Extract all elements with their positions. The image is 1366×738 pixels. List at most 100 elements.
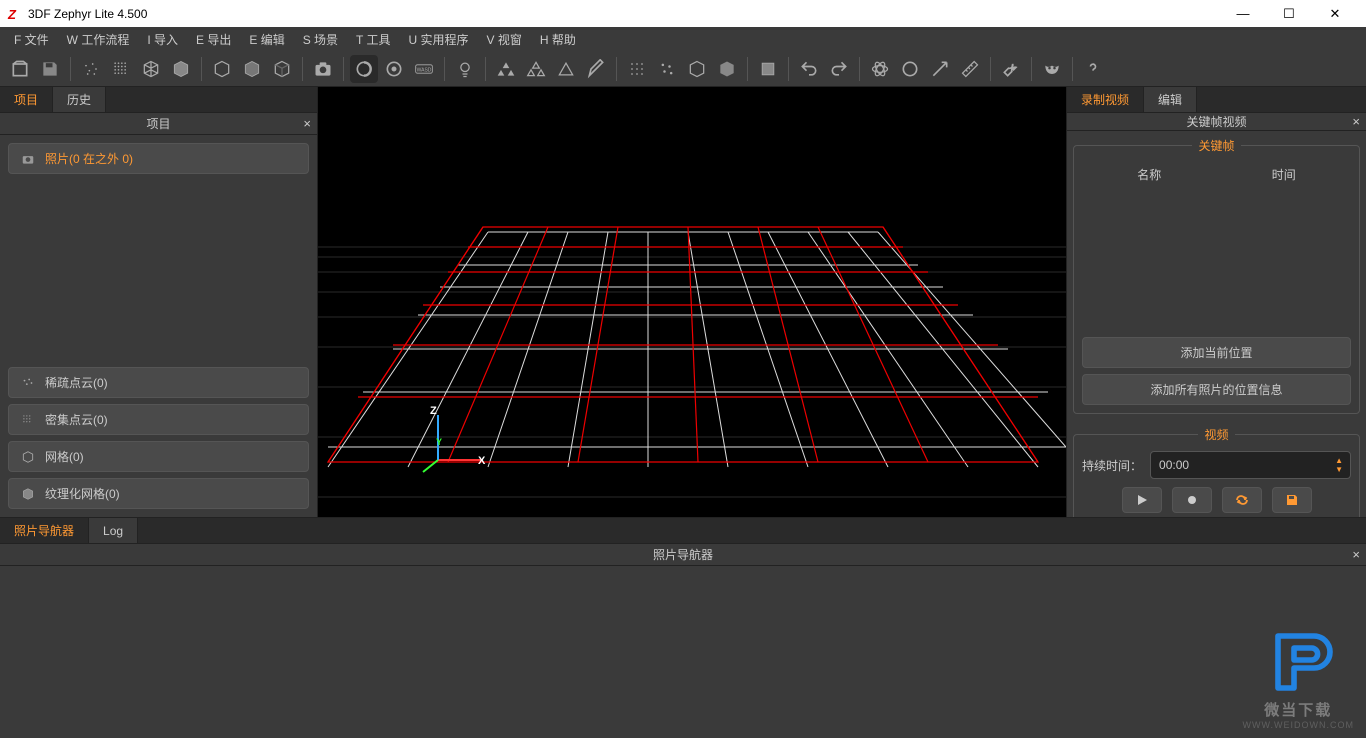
- menu-help[interactable]: H 帮助: [532, 29, 584, 50]
- right-panel: 录制视频 编辑 关键帧视频 × 关键帧 名称 时间 添加当前位置 添加所有照片的…: [1066, 87, 1366, 517]
- spinner-icon[interactable]: ▲▼: [1335, 456, 1342, 474]
- viewport-3d[interactable]: X Z Y: [318, 87, 1066, 517]
- menu-workflow[interactable]: W 工作流程: [59, 29, 138, 50]
- cube-solid-icon[interactable]: [238, 55, 266, 83]
- redo-icon[interactable]: [825, 55, 853, 83]
- dense-item[interactable]: 密集点云(0): [8, 404, 309, 435]
- photos-label: 照片(0 在之外 0): [45, 150, 133, 167]
- vector-icon[interactable]: [926, 55, 954, 83]
- wrench-icon[interactable]: [997, 55, 1025, 83]
- camera-icon[interactable]: [309, 55, 337, 83]
- menu-export[interactable]: E 导出: [188, 29, 239, 50]
- points1-icon[interactable]: [623, 55, 651, 83]
- toolbar: WASD: [0, 51, 1366, 87]
- menu-scene[interactable]: S 场景: [295, 29, 346, 50]
- mesh-item[interactable]: 网格(0): [8, 441, 309, 472]
- menu-utility[interactable]: U 实用程序: [401, 29, 477, 50]
- triangles-icon[interactable]: [492, 55, 520, 83]
- video-legend: 视频: [1198, 426, 1234, 443]
- triangles-outline-icon[interactable]: [522, 55, 550, 83]
- dense-icon[interactable]: [107, 55, 135, 83]
- video-buttons: [1082, 487, 1351, 513]
- left-panel-body: 照片(0 在之外 0) 稀疏点云(0) 密集点云(0) 网格(0): [0, 135, 317, 517]
- menu-tools[interactable]: T 工具: [348, 29, 398, 50]
- watermark: 微当下载 WWW.WEIDOWN.COM: [1243, 620, 1354, 730]
- bottom-tabs: 照片导航器 Log: [0, 518, 1366, 544]
- menu-file[interactable]: F 文件: [6, 29, 57, 50]
- maximize-button[interactable]: ☐: [1266, 0, 1312, 27]
- textured-item[interactable]: 纹理化网格(0): [8, 478, 309, 509]
- circle-tool-icon[interactable]: [896, 55, 924, 83]
- watermark-logo-icon: [1258, 620, 1338, 700]
- textured-cube-icon[interactable]: [167, 55, 195, 83]
- watermark-text2: WWW.WEIDOWN.COM: [1243, 720, 1354, 730]
- sparse-icon[interactable]: [77, 55, 105, 83]
- axis-y-label: Y: [436, 437, 442, 447]
- tab-log[interactable]: Log: [89, 518, 138, 543]
- pivot-icon[interactable]: [380, 55, 408, 83]
- right-panel-close-icon[interactable]: ×: [1352, 114, 1360, 129]
- main-row: 项目 历史 项目 × 照片(0 在之外 0) 稀疏点云(0): [0, 87, 1366, 517]
- toolbar-separator: [747, 57, 748, 81]
- kf-col-name: 名称: [1137, 166, 1161, 183]
- cube2-icon[interactable]: [683, 55, 711, 83]
- app-window: 3DF Zephyr Lite 4.500 — ☐ ✕ F 文件 W 工作流程 …: [0, 0, 1366, 738]
- tab-edit-video[interactable]: 编辑: [1144, 87, 1197, 112]
- new-project-icon[interactable]: [6, 55, 34, 83]
- left-panel-close-icon[interactable]: ×: [303, 116, 311, 131]
- toolbar-separator: [616, 57, 617, 81]
- wasd-icon[interactable]: WASD: [410, 55, 438, 83]
- add-current-button[interactable]: 添加当前位置: [1082, 337, 1351, 368]
- mask-icon[interactable]: [1038, 55, 1066, 83]
- keyframe-group: 关键帧 名称 时间 添加当前位置 添加所有照片的位置信息: [1073, 137, 1360, 414]
- viewport-grid: [318, 87, 1066, 517]
- orbit-icon[interactable]: [350, 55, 378, 83]
- plane-icon[interactable]: [754, 55, 782, 83]
- duration-value: 00:00: [1159, 458, 1189, 472]
- tab-history[interactable]: 历史: [53, 87, 106, 112]
- ruler-icon[interactable]: [956, 55, 984, 83]
- save-icon[interactable]: [36, 55, 64, 83]
- menu-view[interactable]: V 视窗: [479, 29, 530, 50]
- bottom-panel-close-icon[interactable]: ×: [1352, 547, 1360, 562]
- light-icon[interactable]: [451, 55, 479, 83]
- cube-shaded-icon[interactable]: [268, 55, 296, 83]
- toolbar-separator: [859, 57, 860, 81]
- dense-small-icon: [19, 413, 37, 427]
- tab-photo-navigator[interactable]: 照片导航器: [0, 518, 89, 543]
- close-button[interactable]: ✕: [1312, 0, 1358, 27]
- window-title: 3DF Zephyr Lite 4.500: [28, 7, 147, 21]
- toolbar-separator: [201, 57, 202, 81]
- add-all-photos-button[interactable]: 添加所有照片的位置信息: [1082, 374, 1351, 405]
- cube-wire-icon[interactable]: [208, 55, 236, 83]
- play-button[interactable]: [1122, 487, 1162, 513]
- duration-label: 持续时间：: [1082, 457, 1142, 474]
- save-video-button[interactable]: [1272, 487, 1312, 513]
- menu-edit[interactable]: E 编辑: [241, 29, 292, 50]
- help-icon[interactable]: [1079, 55, 1107, 83]
- atom-icon[interactable]: [866, 55, 894, 83]
- minimize-button[interactable]: —: [1220, 0, 1266, 27]
- tab-record-video[interactable]: 录制视频: [1067, 87, 1144, 112]
- toolbar-separator: [70, 57, 71, 81]
- dense-label: 密集点云(0): [45, 411, 108, 428]
- menubar: F 文件 W 工作流程 I 导入 E 导出 E 编辑 S 场景 T 工具 U 实…: [0, 27, 1366, 51]
- toolbar-separator: [485, 57, 486, 81]
- toolbar-separator: [1031, 57, 1032, 81]
- duration-input[interactable]: 00:00 ▲▼: [1150, 451, 1351, 479]
- triangle-single-icon[interactable]: [552, 55, 580, 83]
- toolbar-separator: [788, 57, 789, 81]
- window-controls: — ☐ ✕: [1220, 0, 1358, 27]
- undo-icon[interactable]: [795, 55, 823, 83]
- photos-item[interactable]: 照片(0 在之外 0): [8, 143, 309, 174]
- sparse-item[interactable]: 稀疏点云(0): [8, 367, 309, 398]
- titlebar: 3DF Zephyr Lite 4.500 — ☐ ✕: [0, 0, 1366, 27]
- tab-project[interactable]: 项目: [0, 87, 53, 112]
- loop-button[interactable]: [1222, 487, 1262, 513]
- record-button[interactable]: [1172, 487, 1212, 513]
- points2-icon[interactable]: [653, 55, 681, 83]
- brush-icon[interactable]: [582, 55, 610, 83]
- mesh-cube-icon[interactable]: [137, 55, 165, 83]
- cube3-icon[interactable]: [713, 55, 741, 83]
- menu-import[interactable]: I 导入: [139, 29, 186, 50]
